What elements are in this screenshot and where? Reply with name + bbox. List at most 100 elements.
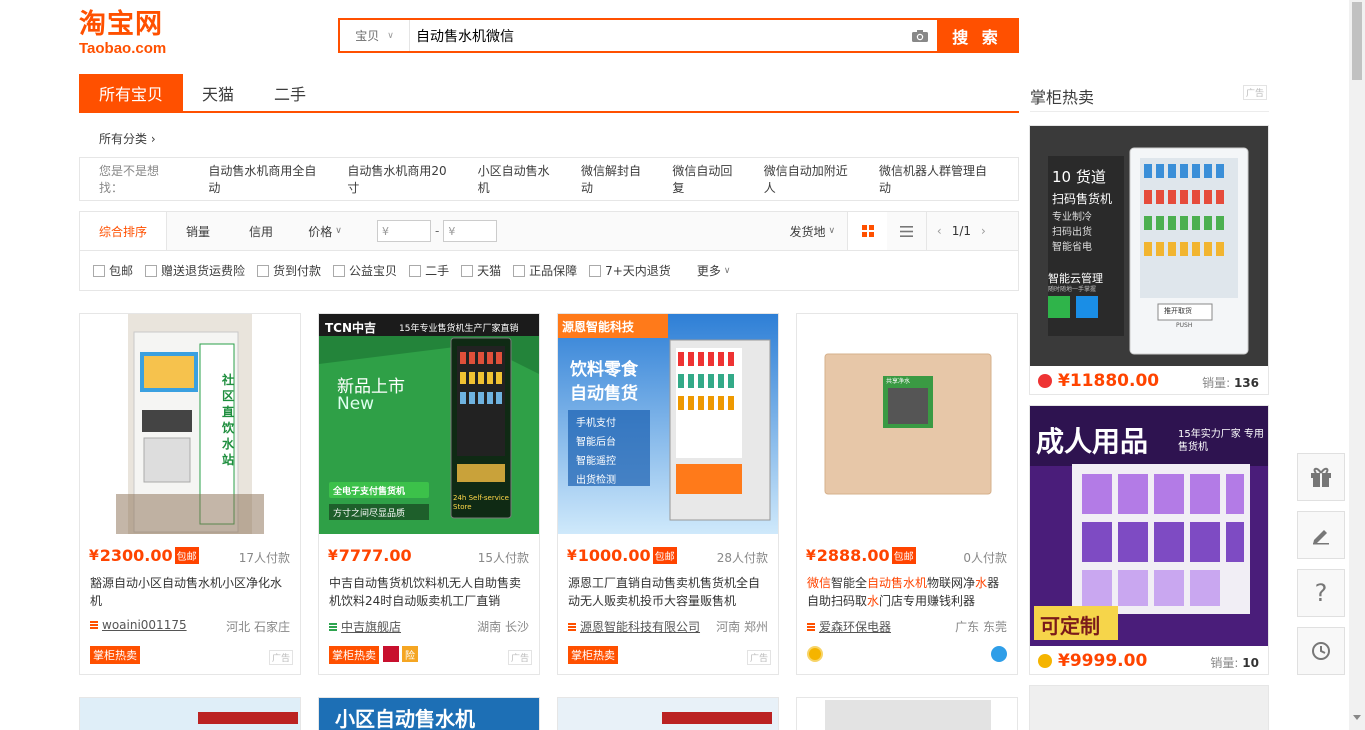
- product-card[interactable]: TCN中吉 15年专业售货机生产厂家直销 新品上市 New 全电子支付售货机 方…: [318, 313, 540, 675]
- checkbox[interactable]: [409, 264, 422, 277]
- list-view-button[interactable]: [887, 212, 928, 250]
- checkbox[interactable]: [333, 264, 346, 277]
- product-image[interactable]: TCN中吉 15年专业售货机生产厂家直销 新品上市 New 全电子支付售货机 方…: [319, 314, 539, 534]
- filter-charity[interactable]: 公益宝贝: [333, 262, 397, 279]
- shop-link[interactable]: 源恩智能科技有限公司: [568, 618, 700, 635]
- shop-name[interactable]: 中吉旗舰店: [341, 618, 401, 635]
- filter-genuine[interactable]: 正品保障: [513, 262, 577, 279]
- grid-view-button[interactable]: [847, 212, 888, 250]
- sidebar-product-card[interactable]: 成人用品 15年实力厂家 专用售货机 可定制 ¥9999.00 销量: 10: [1029, 405, 1269, 675]
- shop-name[interactable]: 源恩智能科技有限公司: [580, 618, 700, 635]
- product-image[interactable]: 共享净水: [797, 314, 1017, 534]
- pager-mini: ‹ 1/1 ›: [927, 212, 995, 250]
- checkbox[interactable]: [513, 264, 526, 277]
- paid-count: 28人付款: [716, 551, 768, 565]
- filter-free-shipping[interactable]: 包邮: [93, 262, 133, 279]
- shop-link[interactable]: woaini001175: [90, 618, 187, 632]
- related-search-link[interactable]: 自动售水机商用全自动: [208, 162, 327, 196]
- chevron-left-icon[interactable]: ‹: [937, 224, 942, 238]
- sort-sales[interactable]: 销量: [167, 212, 229, 250]
- product-card[interactable]: 社区直饮水站 ¥2300.00 包邮 17人付款 豁源自动小区自动售水机小区净化水…: [79, 313, 301, 675]
- sidebar-product-image[interactable]: 成人用品 15年实力厂家 专用售货机 可定制: [1030, 406, 1268, 646]
- search-scope-label: 宝贝: [355, 29, 380, 43]
- checkbox[interactable]: [93, 264, 105, 277]
- scroll-down-icon[interactable]: [1353, 715, 1361, 720]
- related-search-link[interactable]: 微信机器人群管理自动: [879, 162, 998, 196]
- product-image[interactable]: 社区直饮水站: [80, 314, 300, 534]
- checkbox[interactable]: [257, 264, 270, 277]
- filter-label: 公益宝贝: [349, 264, 398, 278]
- product-image: [662, 712, 772, 724]
- edit-icon[interactable]: [1297, 511, 1345, 559]
- related-search-link[interactable]: 微信自动回复: [672, 162, 743, 196]
- filter-tmall[interactable]: 天猫: [461, 262, 501, 279]
- product-card[interactable]: 共享净水 ¥2888.00 包邮 0人付款 微信智能全自动售水机物联网净水器自助扫…: [796, 313, 1018, 675]
- shop-name[interactable]: 爱森环保电器: [819, 618, 891, 635]
- brand-text: 源恩智能科技: [562, 320, 635, 334]
- product-card[interactable]: [796, 697, 1018, 730]
- sidebar-product-card[interactable]: [1029, 685, 1269, 730]
- sidebar-product-card[interactable]: 10 货道 扫码售货机 专业制冷 扫码出货 智能省电 智能云管理 随时随地一手掌…: [1029, 125, 1269, 395]
- price-min-input[interactable]: ¥: [377, 220, 431, 242]
- shop-link[interactable]: 爱森环保电器: [807, 618, 891, 635]
- checkbox[interactable]: [461, 264, 474, 277]
- hot-seller-tag: 掌柜热卖: [568, 646, 618, 664]
- filter-return-insurance[interactable]: 赠送退货运费险: [145, 262, 245, 279]
- page-scrollbar[interactable]: [1349, 0, 1365, 730]
- camera-icon[interactable]: [903, 20, 937, 51]
- tmall-icon[interactable]: [383, 646, 399, 662]
- history-icon[interactable]: [1297, 627, 1345, 675]
- shop-name[interactable]: woaini001175: [102, 618, 187, 632]
- product-image-text: 小区自动售水机: [335, 707, 475, 730]
- related-search-link[interactable]: 微信自动加附近人: [764, 162, 859, 196]
- tab-secondhand[interactable]: 二手: [253, 74, 327, 111]
- price-max-input[interactable]: ¥: [443, 220, 498, 242]
- shop-link[interactable]: 中吉旗舰店: [329, 618, 401, 635]
- filter-7day-return[interactable]: 7+天内退货: [589, 262, 671, 279]
- checkbox[interactable]: [589, 264, 602, 277]
- filter-secondhand[interactable]: 二手: [409, 262, 449, 279]
- related-search-link[interactable]: 小区自动售水机: [478, 162, 561, 196]
- search-input[interactable]: [410, 20, 903, 51]
- product-title[interactable]: 微信智能全自动售水机物联网净水器自助扫码取水门店专用赚钱利器: [807, 574, 1009, 610]
- product-card[interactable]: 源恩智能科技 饮料零食 自动售货 手机支付 智能后台 智能遥控 出货检测 ¥10…: [557, 313, 779, 675]
- product-card[interactable]: [79, 697, 301, 730]
- sidebar-product-image[interactable]: 10 货道 扫码售货机 专业制冷 扫码出货 智能省电 智能云管理 随时随地一手掌…: [1030, 126, 1268, 366]
- checkbox[interactable]: [145, 264, 158, 277]
- chevron-right-icon[interactable]: ›: [981, 224, 986, 238]
- title-highlight: 自动售水机: [867, 576, 928, 590]
- sort-price[interactable]: 价格 ∨: [293, 212, 357, 250]
- taobao-logo[interactable]: 淘宝网 Taobao.com: [79, 10, 189, 62]
- related-search-link[interactable]: 自动售水机商用20寸: [347, 162, 457, 196]
- gold-seller-icon[interactable]: [807, 646, 823, 662]
- related-search-link[interactable]: 微信解封自动: [581, 162, 652, 196]
- ship-from-select[interactable]: 发货地 ∨: [777, 212, 847, 250]
- shop-location: 河北 石家庄: [226, 620, 290, 634]
- sidebar-image-head: 成人用品: [1036, 425, 1149, 458]
- yen-sign: ¥: [328, 547, 338, 564]
- product-title[interactable]: 豁源自动小区自动售水机小区净化水机: [90, 574, 292, 610]
- price-value: 9999.00: [1069, 651, 1148, 671]
- tab-all[interactable]: 所有宝贝: [79, 74, 183, 111]
- sort-default[interactable]: 综合排序: [80, 212, 167, 250]
- filter-cod[interactable]: 货到付款: [257, 262, 321, 279]
- product-card[interactable]: [557, 697, 779, 730]
- filter-label: 赠送退货运费险: [161, 264, 246, 278]
- gift-icon[interactable]: [1297, 453, 1345, 501]
- insurance-icon[interactable]: 险: [402, 646, 418, 662]
- chat-icon[interactable]: [991, 646, 1007, 662]
- product-image[interactable]: 源恩智能科技 饮料零食 自动售货 手机支付 智能后台 智能遥控 出货检测: [558, 314, 778, 534]
- search-scope-select[interactable]: 宝贝 ∨: [340, 20, 410, 51]
- product-title[interactable]: 中吉自动售货机饮料机无人自助售卖机饮料24时自动贩卖机工厂直销: [329, 574, 531, 610]
- search-button[interactable]: 搜 索: [937, 20, 1017, 51]
- chevron-down-icon: ∨: [335, 226, 342, 236]
- sort-credit[interactable]: 信用: [229, 212, 293, 250]
- product-card[interactable]: 小区自动售水机: [318, 697, 540, 730]
- tab-tmall[interactable]: 天猫: [183, 74, 253, 111]
- product-title[interactable]: 源恩工厂直销自动售卖机售货机全自动无人贩卖机投币大容量贩售机: [568, 574, 770, 610]
- help-icon[interactable]: ?: [1297, 569, 1345, 617]
- scrollbar-thumb[interactable]: [1352, 2, 1362, 80]
- filter-more[interactable]: 更多 ∨: [697, 262, 731, 279]
- sales-value: 136: [1233, 376, 1259, 390]
- category-breadcrumb[interactable]: 所有分类 ›: [99, 130, 156, 147]
